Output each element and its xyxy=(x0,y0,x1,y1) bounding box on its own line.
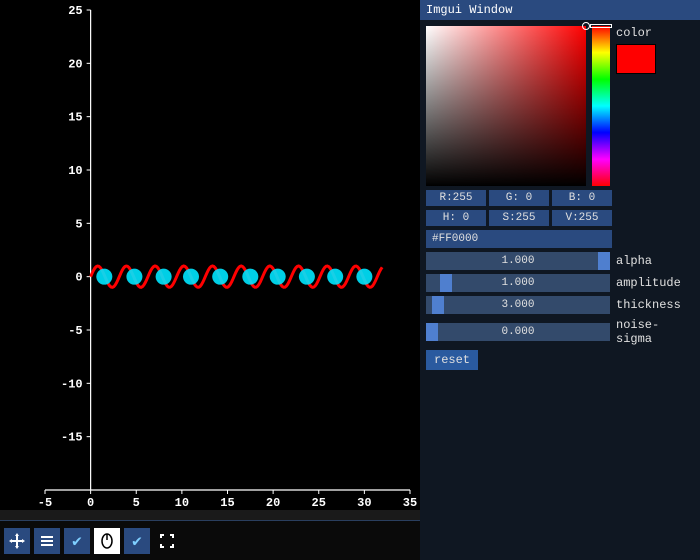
b-value[interactable]: B: 0 xyxy=(552,190,612,206)
r-value[interactable]: R:255 xyxy=(426,190,486,206)
h-value[interactable]: H: 0 xyxy=(426,210,486,226)
noise-sigma-slider[interactable]: 0.000 xyxy=(426,323,610,341)
svg-text:25: 25 xyxy=(312,496,326,510)
check-icon: ✔ xyxy=(132,531,142,551)
amplitude-label: amplitude xyxy=(616,276,681,290)
move-tool-button[interactable] xyxy=(4,528,30,554)
noise-sigma-value: 0.000 xyxy=(501,326,534,338)
check-button-2[interactable]: ✔ xyxy=(124,528,150,554)
color-hue-bar[interactable] xyxy=(592,26,610,186)
color-swatch[interactable] xyxy=(616,44,656,74)
amplitude-thumb xyxy=(440,274,452,292)
thickness-slider[interactable]: 3.000 xyxy=(426,296,610,314)
align-tool-button[interactable] xyxy=(34,528,60,554)
thickness-thumb xyxy=(432,296,444,314)
imgui-window: Imgui Window color R:255 G: 0 B: 0 H: 0 … xyxy=(420,0,700,560)
svg-text:15: 15 xyxy=(68,111,82,125)
g-value[interactable]: G: 0 xyxy=(489,190,549,206)
amplitude-value: 1.000 xyxy=(501,277,534,289)
plot-area: [object Object]-15-10-50510152025-505101… xyxy=(0,0,420,510)
svg-text:10: 10 xyxy=(68,164,82,178)
reset-button[interactable]: reset xyxy=(426,350,478,370)
svg-text:20: 20 xyxy=(266,496,280,510)
svg-text:-5: -5 xyxy=(38,496,52,510)
svg-text:-15: -15 xyxy=(61,431,83,445)
mouse-tool-button[interactable] xyxy=(94,528,120,554)
svg-text:20: 20 xyxy=(68,57,82,71)
check-icon: ✔ xyxy=(72,531,82,551)
v-value[interactable]: V:255 xyxy=(552,210,612,226)
svg-text:-10: -10 xyxy=(61,377,83,391)
svg-text:0: 0 xyxy=(75,271,82,285)
move-icon xyxy=(9,533,25,549)
hex-input[interactable]: #FF0000 xyxy=(426,230,612,248)
color-cursor xyxy=(582,22,590,30)
alpha-thumb xyxy=(598,252,610,270)
mouse-icon xyxy=(99,533,115,549)
svg-text:25: 25 xyxy=(68,4,82,18)
fullscreen-button[interactable] xyxy=(154,528,180,554)
chart-svg: [object Object]-15-10-50510152025-505101… xyxy=(0,0,420,510)
thickness-value: 3.000 xyxy=(501,299,534,311)
svg-text:10: 10 xyxy=(175,496,189,510)
svg-text:30: 30 xyxy=(357,496,371,510)
alpha-slider[interactable]: 1.000 xyxy=(426,252,610,270)
color-sv-picker[interactable] xyxy=(426,26,586,186)
s-value[interactable]: S:255 xyxy=(489,210,549,226)
toolbar: ✔ ✔ xyxy=(0,520,420,560)
align-icon xyxy=(39,533,55,549)
noise-sigma-label: noise-sigma xyxy=(616,318,694,346)
svg-text:5: 5 xyxy=(75,217,82,231)
amplitude-slider[interactable]: 1.000 xyxy=(426,274,610,292)
fullscreen-icon xyxy=(159,533,175,549)
window-title[interactable]: Imgui Window xyxy=(420,0,700,20)
noise-sigma-thumb xyxy=(426,323,438,341)
svg-text:0: 0 xyxy=(87,496,94,510)
svg-text:5: 5 xyxy=(133,496,140,510)
svg-text:15: 15 xyxy=(220,496,234,510)
svg-text:35: 35 xyxy=(403,496,417,510)
thickness-label: thickness xyxy=(616,298,681,312)
alpha-label: alpha xyxy=(616,254,652,268)
color-label: color xyxy=(616,26,656,40)
alpha-value: 1.000 xyxy=(501,255,534,267)
svg-text:-5: -5 xyxy=(68,324,82,338)
check-button-1[interactable]: ✔ xyxy=(64,528,90,554)
hue-cursor xyxy=(590,24,612,28)
